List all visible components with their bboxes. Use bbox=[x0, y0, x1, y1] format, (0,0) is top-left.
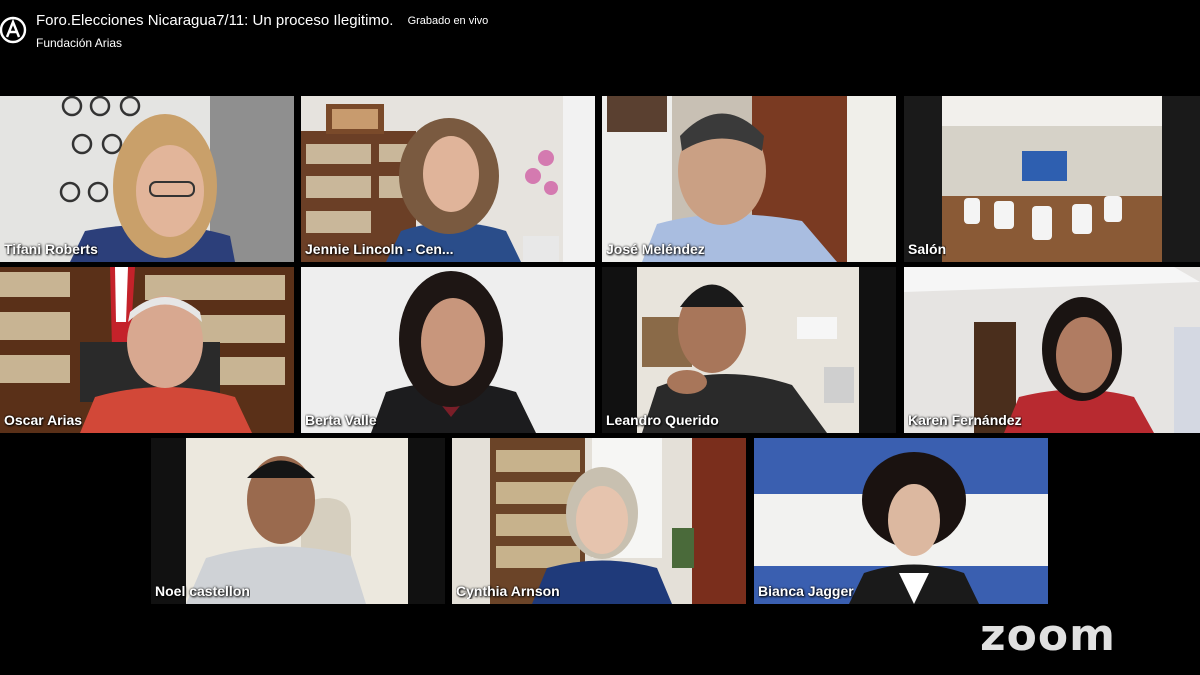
video-feed bbox=[452, 438, 746, 604]
video-feed bbox=[754, 438, 1048, 604]
video-tile[interactable]: Berta Valle bbox=[301, 267, 595, 433]
video-tile[interactable]: Salón bbox=[904, 96, 1200, 262]
video-tile[interactable]: Oscar Arias bbox=[0, 267, 294, 433]
video-feed bbox=[602, 96, 896, 262]
participant-name: Karen Fernández bbox=[908, 412, 1022, 428]
live-badge: Grabado en vivo bbox=[407, 15, 489, 28]
video-tile[interactable]: Tifani Roberts bbox=[0, 96, 294, 262]
participant-name: Tifani Roberts bbox=[4, 241, 98, 257]
video-tile[interactable]: Noel castellon bbox=[151, 438, 445, 604]
video-feed bbox=[301, 267, 595, 433]
participant-name: Leandro Querido bbox=[606, 412, 719, 428]
video-tile[interactable]: Leandro Querido bbox=[602, 267, 896, 433]
video-feed bbox=[0, 267, 294, 433]
participant-name: Noel castellon bbox=[155, 583, 250, 599]
participant-name: Oscar Arias bbox=[4, 412, 83, 428]
participant-name: Salón bbox=[908, 241, 947, 257]
video-feed bbox=[301, 96, 595, 262]
stream-title: Foro.Elecciones Nicaragua7/11: Un proces… bbox=[36, 12, 488, 29]
video-tile[interactable]: Jennie Lincoln - Cen... bbox=[301, 96, 595, 262]
stream-title-text: Foro.Elecciones Nicaragua7/11: Un proces… bbox=[36, 12, 394, 29]
video-tile[interactable]: José Meléndez bbox=[602, 96, 896, 262]
video-tile[interactable]: Karen Fernández bbox=[904, 267, 1200, 433]
video-feed bbox=[904, 267, 1200, 433]
participant-name: Berta Valle bbox=[305, 412, 377, 428]
video-tile[interactable]: Bianca Jagger bbox=[754, 438, 1048, 604]
zoom-wordmark: zoom bbox=[980, 610, 1116, 661]
participant-name: José Meléndez bbox=[606, 241, 705, 257]
video-feed bbox=[904, 96, 1200, 262]
video-feed bbox=[602, 267, 896, 433]
channel-name[interactable]: Fundación Arias bbox=[36, 36, 122, 50]
video-feed bbox=[0, 96, 294, 262]
stream-header: Foro.Elecciones Nicaragua7/11: Un proces… bbox=[0, 0, 1200, 70]
fundacion-arias-logo-icon bbox=[0, 16, 27, 44]
participant-name: Cynthia Arnson bbox=[456, 583, 560, 599]
video-feed bbox=[151, 438, 445, 604]
participant-name: Jennie Lincoln - Cen... bbox=[305, 241, 454, 257]
video-tile[interactable]: Cynthia Arnson bbox=[452, 438, 746, 604]
participant-name: Bianca Jagger bbox=[758, 583, 854, 599]
